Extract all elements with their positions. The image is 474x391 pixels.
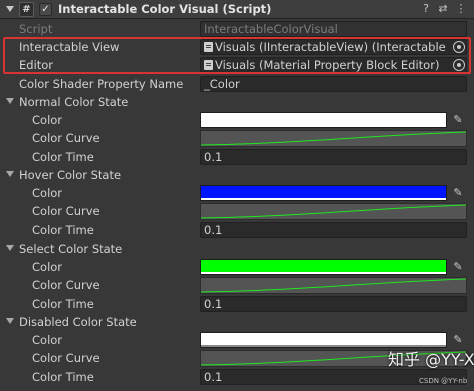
color-time-label: Color Time [32, 150, 94, 164]
curve-line [200, 204, 467, 219]
color-label: Color [32, 113, 63, 127]
select-curve-row: Color Curve [0, 276, 474, 294]
color-curve-label: Color Curve [32, 278, 100, 292]
hover-time-input[interactable]: 0.1 [200, 222, 467, 238]
alpha-bar [201, 198, 446, 200]
color-curve-label: Color Curve [32, 204, 100, 218]
hover-curve-row: Color Curve [0, 202, 474, 220]
select-state-header[interactable]: Select Color State [0, 240, 474, 258]
color-time-label: Color Time [32, 297, 94, 311]
color-time-label: Color Time [32, 370, 94, 384]
select-color-row: Color ✎ [0, 258, 474, 276]
context-menu-icon[interactable]: ⋮ [454, 2, 468, 16]
foldout-arrow-icon[interactable] [6, 98, 14, 104]
normal-curve-row: Color Curve [0, 129, 474, 147]
normal-color-row: Color ✎ [0, 111, 474, 129]
hover-color-row: Color ✎ [0, 184, 474, 202]
eyedropper-icon[interactable]: ✎ [449, 259, 467, 275]
normal-time-value: 0.1 [204, 150, 223, 164]
script-value: InteractableColorVisual [204, 22, 338, 36]
shader-property-row: Color Shader Property Name _Color [0, 75, 474, 93]
script-field: InteractableColorVisual [200, 21, 467, 37]
color-label: Color [32, 333, 63, 347]
foldout-arrow-icon[interactable] [6, 171, 14, 177]
collapse-arrow-icon[interactable] [6, 6, 14, 12]
component-title: Interactable Color Visual (Script) [58, 2, 272, 16]
eyedropper-icon[interactable]: ✎ [449, 185, 467, 201]
script-row: Script InteractableColorVisual [0, 20, 474, 38]
watermark-small: CSDN @YY-nb [419, 377, 468, 385]
select-time-row: Color Time 0.1 [0, 295, 474, 313]
select-time-value: 0.1 [204, 297, 223, 311]
foldout-arrow-icon[interactable] [6, 318, 14, 324]
color-curve-label: Color Curve [32, 131, 100, 145]
normal-time-row: Color Time 0.1 [0, 148, 474, 166]
hover-time-row: Color Time 0.1 [0, 221, 474, 239]
shader-property-input[interactable]: _Color [200, 76, 467, 92]
normal-color-curve[interactable] [200, 130, 467, 147]
disabled-time-row: Color Time 0.1 [0, 368, 474, 386]
hover-color-swatch[interactable] [200, 185, 447, 201]
color-label: Color [32, 186, 63, 200]
select-color-curve[interactable] [200, 277, 467, 294]
curve-line [200, 278, 467, 293]
eyedropper-icon[interactable]: ✎ [449, 112, 467, 128]
color-curve-label: Color Curve [32, 351, 100, 365]
shader-property-value: _Color [204, 77, 240, 91]
normal-state-header[interactable]: Normal Color State [0, 93, 474, 111]
script-label: Script [19, 22, 53, 36]
curve-graph [200, 278, 467, 293]
disabled-state-header[interactable]: Disabled Color State [0, 313, 474, 331]
script-hash-icon: # [19, 2, 34, 17]
normal-state-title: Normal Color State [19, 95, 129, 109]
hover-state-header[interactable]: Hover Color State [0, 166, 474, 184]
curve-line [200, 131, 467, 146]
color-label: Color [32, 260, 63, 274]
watermark: 知乎 @YY-XR [388, 350, 474, 369]
hover-time-value: 0.1 [204, 223, 223, 237]
help-icon[interactable]: ? [419, 2, 433, 16]
foldout-arrow-icon[interactable] [6, 245, 14, 251]
alpha-bar [201, 272, 446, 274]
normal-color-swatch[interactable] [200, 112, 447, 128]
normal-time-input[interactable]: 0.1 [200, 149, 467, 165]
color-time-label: Color Time [32, 223, 94, 237]
select-state-title: Select Color State [19, 242, 123, 256]
disabled-time-value: 0.1 [204, 370, 223, 384]
curve-graph [200, 204, 467, 219]
hover-state-title: Hover Color State [19, 168, 122, 182]
disabled-state-title: Disabled Color State [19, 315, 137, 329]
component-enabled-checkbox[interactable]: ✓ [39, 3, 52, 16]
select-time-input[interactable]: 0.1 [200, 296, 467, 312]
component-header: # ✓ Interactable Color Visual (Script) ?… [0, 0, 474, 19]
curve-graph [200, 131, 467, 146]
presets-icon[interactable]: ⇄ [436, 2, 450, 16]
highlight-box [3, 37, 471, 74]
hover-color-curve[interactable] [200, 203, 467, 220]
select-color-swatch[interactable] [200, 259, 447, 275]
alpha-bar [201, 125, 446, 127]
shader-property-label: Color Shader Property Name [19, 77, 184, 91]
